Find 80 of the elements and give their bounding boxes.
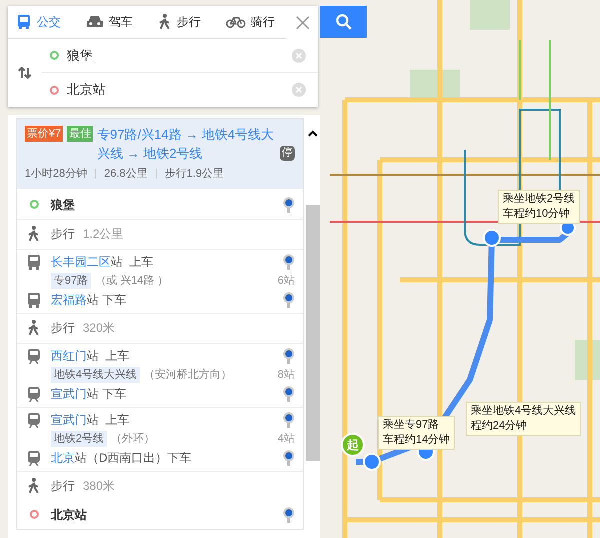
mode-tab[interactable]: 驾车 (78, 6, 141, 38)
search-icon (336, 14, 352, 30)
close-icon (296, 16, 310, 30)
collapse-icon[interactable] (308, 130, 318, 137)
route-stat: 26.8公里 (104, 167, 148, 182)
station-link[interactable]: 宏福路 (51, 291, 87, 309)
line-note: （或 兴14路 ） (95, 274, 170, 289)
alight-label: 站 下车 (87, 292, 128, 309)
bus-icon (27, 254, 41, 270)
route-stat: 步行1.9公里 (164, 167, 224, 182)
location-pin-icon[interactable] (283, 292, 295, 308)
line-note: （安河桥北方向） (144, 368, 234, 383)
line-tag: 地铁4号线大兴线 (51, 366, 140, 384)
stop-count: 8站 (278, 368, 295, 383)
location-pin-icon[interactable] (283, 450, 295, 466)
search-button[interactable] (320, 6, 367, 38)
board-label: 站 上车 (111, 254, 155, 271)
walking-person-icon (158, 14, 172, 30)
scrollbar[interactable] (306, 205, 320, 461)
bicycle-icon (226, 15, 246, 29)
place-name: 北京站 (51, 506, 88, 524)
station-link[interactable]: 长丰园二区 (51, 253, 111, 271)
park-area (470, 0, 510, 30)
line-note: （外环） (111, 432, 156, 447)
start-point-icon (50, 51, 59, 60)
end-point-icon (30, 510, 38, 519)
line-tag: 地铁2号线 (51, 430, 108, 448)
walking-person-icon (27, 478, 41, 494)
train-icon (27, 386, 41, 402)
route-callout: 乘坐专97路 车程约14分钟 (378, 416, 456, 450)
walk-distance: 1.2公里 (83, 226, 124, 243)
route-summary[interactable]: 票价¥7 最佳 专97路/兴14路 → 地铁4号线大兴线 → 地铁2号线 停 1小时28分钟 26.8公里 步行1.9公里 (17, 119, 303, 188)
train-icon (27, 412, 41, 428)
board-label: 站 上车 (87, 348, 131, 365)
swap-icon[interactable] (18, 67, 32, 79)
train-icon (27, 348, 41, 364)
location-field[interactable]: 狼堡 (42, 39, 318, 73)
station-link[interactable]: 北京 (51, 449, 75, 467)
stop-count: 4站 (278, 432, 295, 447)
route-title: 专97路/兴14路 → 地铁4号线大兴线 → 地铁2号线 (97, 126, 276, 163)
station-link[interactable]: 宣武门 (51, 411, 87, 429)
walk-label: 步行 (51, 320, 75, 337)
route-callout: 乘坐地铁4号线大兴线 程约24分钟 (466, 402, 582, 436)
walk-label: 步行 (51, 478, 75, 495)
alight-label: 站（D西南口出）下车 (75, 450, 193, 467)
train-icon (27, 450, 41, 466)
start-point-icon (30, 200, 38, 209)
mode-tab[interactable]: 公交 (8, 6, 69, 38)
station-icon (483, 229, 501, 247)
station-link[interactable]: 西红门 (51, 347, 87, 365)
location-pin-icon[interactable] (283, 506, 295, 522)
mode-tab[interactable]: 骑行 (218, 6, 283, 38)
walking-person-icon (27, 320, 41, 336)
line-tag: 专97路 (51, 272, 92, 290)
end-point-icon (50, 86, 59, 94)
walk-label: 步行 (51, 226, 75, 243)
walk-distance: 380米 (83, 478, 116, 495)
alight-label: 站 下车 (87, 386, 128, 403)
route-tag: 票价¥7 (25, 126, 64, 142)
location-field[interactable]: 北京站 (42, 73, 318, 107)
place-name: 狼堡 (51, 196, 76, 214)
location-pin-icon[interactable] (283, 386, 295, 402)
walking-person-icon (27, 226, 41, 242)
board-label: 站 上车 (87, 412, 131, 429)
route-stat: 1小时28分钟 (25, 167, 88, 182)
stop-count: 6站 (278, 274, 295, 289)
route-tag: 最佳 (67, 126, 94, 142)
mode-tab[interactable]: 步行 (150, 6, 209, 38)
bus-icon (27, 292, 41, 308)
route-callout: 乘坐地铁2号线 车程约10分钟 (498, 190, 580, 224)
location-pin-icon[interactable] (283, 196, 295, 212)
location-pin-icon[interactable] (283, 412, 295, 428)
walk-distance: 320米 (83, 320, 116, 337)
car-icon (86, 15, 104, 29)
stop-tag: 停 (280, 146, 295, 161)
location-pin-icon[interactable] (283, 348, 295, 364)
station-icon (363, 453, 381, 471)
bus-icon (16, 14, 32, 30)
location-pin-icon[interactable] (283, 254, 295, 270)
station-link[interactable]: 宣武门 (51, 385, 87, 403)
